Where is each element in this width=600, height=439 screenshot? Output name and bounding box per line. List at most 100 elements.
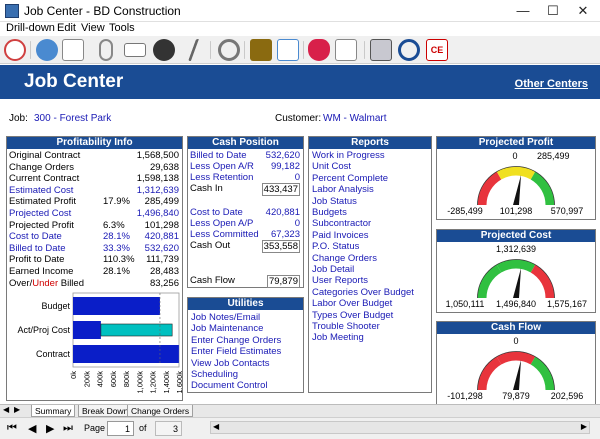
report-icon[interactable] bbox=[277, 39, 299, 61]
customer-value-link[interactable]: WM - Walmart bbox=[323, 113, 387, 124]
profit-row[interactable]: Cost to Date 28.1% 420,881 bbox=[7, 231, 182, 242]
gauge-panel: Cash Flow 0 -101,298 79,879 202,596 bbox=[436, 321, 596, 405]
next-page-icon[interactable]: ▶ bbox=[46, 422, 54, 435]
first-page-icon[interactable]: ⏮ bbox=[7, 422, 17, 435]
utility-link[interactable]: View Job Contacts bbox=[191, 358, 270, 369]
utility-link[interactable]: Scheduling bbox=[191, 369, 238, 380]
page-input[interactable]: 1 bbox=[107, 421, 134, 436]
quickbooks-icon[interactable] bbox=[398, 39, 420, 61]
tab-break-down[interactable]: Break Down bbox=[78, 405, 133, 417]
profit-row[interactable]: Estimated Cost 1,312,639 bbox=[7, 185, 182, 196]
toolbar-divider bbox=[244, 41, 245, 59]
app-icon bbox=[5, 4, 19, 18]
utility-link[interactable]: Job Maintenance bbox=[191, 323, 263, 334]
last-page-icon[interactable]: ⏭ bbox=[63, 422, 73, 435]
report-link[interactable]: P.O. Status bbox=[312, 241, 359, 252]
tab-scroll-right-icon[interactable]: ▶ bbox=[14, 405, 20, 414]
report-link[interactable]: Job Status bbox=[312, 196, 357, 207]
cash-row[interactable]: Less Retention 0 bbox=[188, 172, 303, 183]
utility-link[interactable]: Enter Field Estimates bbox=[191, 346, 281, 357]
panel-title: Cash Position bbox=[188, 137, 303, 149]
over-under-value: 83,256 bbox=[149, 278, 179, 289]
report-link[interactable]: Work in Progress bbox=[312, 150, 385, 161]
pen-icon[interactable] bbox=[187, 39, 201, 61]
paperclip-icon[interactable] bbox=[99, 39, 113, 61]
report-link[interactable]: Job Detail bbox=[312, 264, 354, 275]
row-value: 99,182 bbox=[270, 161, 300, 172]
cash-row[interactable]: Less Committed 67,323 bbox=[188, 229, 303, 240]
report-link[interactable]: Unit Cost bbox=[312, 161, 351, 172]
of-label: of bbox=[139, 423, 147, 433]
notes-icon[interactable] bbox=[62, 39, 84, 61]
cash-row[interactable]: Less Open A/P 0 bbox=[188, 218, 303, 229]
tab-summary[interactable]: Summary bbox=[31, 405, 76, 417]
maximize-button[interactable]: ☐ bbox=[538, 0, 568, 22]
info-icon[interactable] bbox=[36, 39, 58, 61]
tab-scroll-left-icon[interactable]: ◀ bbox=[3, 405, 9, 414]
tick-label: 1,200k bbox=[149, 371, 158, 394]
panel-title: Projected Cost bbox=[437, 230, 595, 242]
row-value: 111,739 bbox=[146, 254, 179, 266]
report-link[interactable]: User Reports bbox=[312, 275, 368, 286]
report-link[interactable]: Categories Over Budget bbox=[312, 287, 414, 298]
report-link[interactable]: Budgets bbox=[312, 207, 347, 218]
report-link[interactable]: Labor Analysis bbox=[312, 184, 374, 195]
ce-icon[interactable]: CE bbox=[426, 39, 448, 61]
utility-link[interactable]: Document Control bbox=[191, 380, 268, 391]
report-link[interactable]: Job Meeting bbox=[312, 332, 364, 343]
job-value-link[interactable]: 300 - Forest Park bbox=[34, 113, 111, 124]
export-icon[interactable] bbox=[250, 39, 272, 61]
row-label: Cost to Date bbox=[190, 207, 243, 218]
horizontal-scrollbar[interactable]: ◀ ▶ bbox=[210, 421, 590, 434]
tick-label: 0k bbox=[69, 371, 78, 379]
row-label: Billed to Date bbox=[9, 242, 66, 254]
copy-icon[interactable] bbox=[335, 39, 357, 61]
scroll-left-icon[interactable]: ◀ bbox=[213, 422, 219, 431]
menu-drill-down[interactable]: Drill-down bbox=[6, 22, 55, 34]
email-icon[interactable] bbox=[124, 43, 146, 57]
cash-row[interactable]: Billed to Date 532,620 bbox=[188, 150, 303, 161]
row-label: Profit to Date bbox=[9, 254, 65, 266]
bar-extension bbox=[100, 323, 173, 337]
report-link[interactable]: Subcontractor bbox=[312, 218, 371, 229]
sphere-icon[interactable] bbox=[153, 39, 175, 61]
scroll-right-icon[interactable]: ▶ bbox=[581, 422, 587, 431]
report-link[interactable]: Paid Invoices bbox=[312, 230, 369, 241]
row-value: 420,881 bbox=[265, 207, 300, 218]
tick-label: 400k bbox=[96, 371, 105, 388]
other-centers-link[interactable]: Other Centers bbox=[515, 78, 588, 90]
menu-tools[interactable]: Tools bbox=[109, 22, 135, 34]
toolbar-divider bbox=[30, 41, 31, 59]
close-button[interactable]: ✕ bbox=[568, 0, 598, 22]
profit-row[interactable]: Billed to Date 33.3% 532,620 bbox=[7, 243, 182, 254]
page-title: Job Center bbox=[24, 71, 124, 92]
menu-edit[interactable]: Edit bbox=[57, 22, 76, 34]
refresh-icon[interactable] bbox=[4, 39, 26, 61]
report-link[interactable]: Labor Over Budget bbox=[312, 298, 392, 309]
gauge-top_right-label: 285,499 bbox=[537, 151, 570, 161]
minimize-button[interactable]: — bbox=[508, 0, 538, 22]
report-link[interactable]: Types Over Budget bbox=[312, 310, 393, 321]
toolbar-divider bbox=[303, 41, 304, 59]
search-icon[interactable] bbox=[218, 39, 240, 61]
row-value: 29,638 bbox=[149, 161, 179, 173]
cash-row[interactable]: Less Open A/R 99,182 bbox=[188, 161, 303, 172]
menu-view[interactable]: View bbox=[81, 22, 105, 34]
tick-label: 1,000k bbox=[135, 371, 144, 394]
profit-row: Change Orders 29,638 bbox=[7, 162, 182, 173]
report-link[interactable]: Trouble Shooter bbox=[312, 321, 380, 332]
row-label: Current Contract bbox=[9, 173, 80, 185]
tab-change-orders[interactable]: Change Orders bbox=[127, 405, 194, 417]
page-count: 3 bbox=[155, 421, 182, 436]
report-link[interactable]: Change Orders bbox=[312, 253, 377, 264]
report-link[interactable]: Percent Complete bbox=[312, 173, 388, 184]
cash-row: Cash Out 353,558 bbox=[188, 240, 303, 253]
prev-page-icon[interactable]: ◀ bbox=[28, 422, 36, 435]
utility-link[interactable]: Job Notes/Email bbox=[191, 312, 260, 323]
profit-row[interactable]: Projected Cost 1,496,840 bbox=[7, 208, 182, 219]
job-label: Job: bbox=[9, 113, 28, 124]
health-icon[interactable] bbox=[308, 39, 330, 61]
cash-row[interactable]: Cost to Date 420,881 bbox=[188, 207, 303, 218]
utility-link[interactable]: Enter Change Orders bbox=[191, 335, 281, 346]
calculator-icon[interactable] bbox=[370, 39, 392, 61]
